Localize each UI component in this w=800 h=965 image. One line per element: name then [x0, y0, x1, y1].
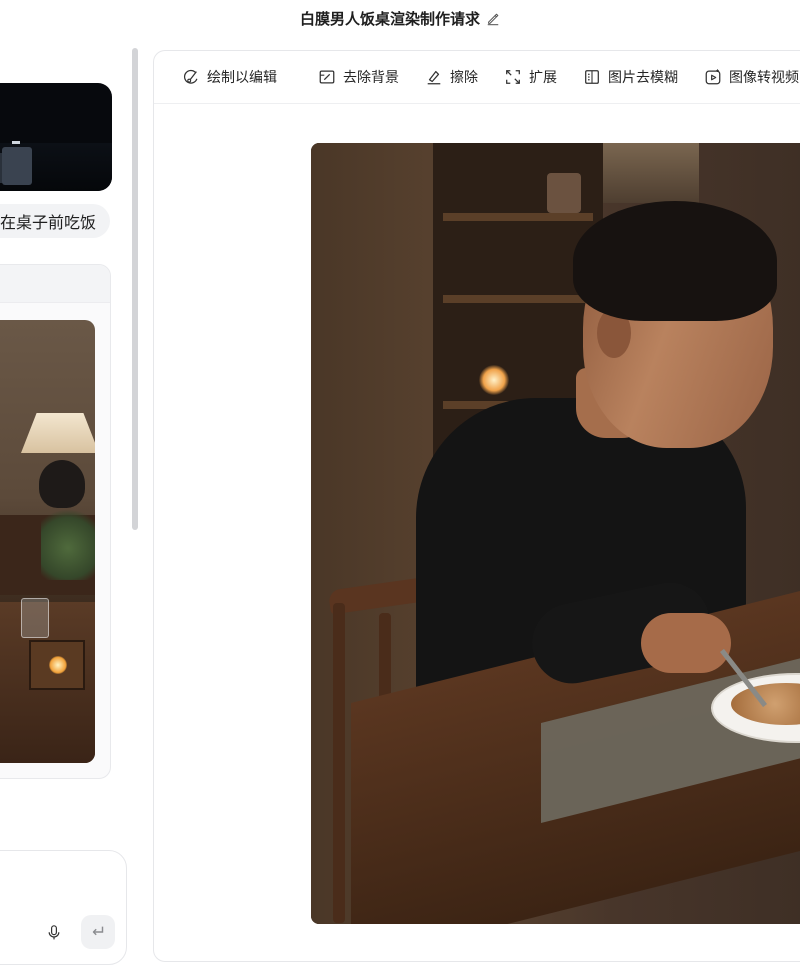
generated-image-thumbnail[interactable] [0, 320, 95, 763]
image-shelf [443, 295, 593, 303]
lamp-shade [21, 413, 95, 453]
image-to-video-button[interactable]: 图像转视频 [704, 67, 799, 87]
deblur-button[interactable]: 图片去模糊 [583, 67, 678, 87]
chat-column: 在桌子前吃饭 [0, 36, 130, 965]
page: 白膜男人饭桌渲染制作请求 在桌子前吃饭 绘制以编辑 去除背景 擦除 扩展 图片去… [0, 0, 800, 965]
expand-label: 扩展 [529, 70, 557, 86]
image-person-hand [641, 613, 731, 673]
image-plant-pot [547, 173, 581, 213]
candle-flame [49, 656, 67, 674]
thumbnail-marker [12, 141, 20, 144]
expand-icon [506, 70, 520, 84]
result-card-header [0, 265, 110, 303]
image-to-video-icon [705, 69, 721, 85]
expand-button[interactable]: 扩展 [504, 67, 557, 87]
brush-edit-icon [183, 69, 198, 84]
send-button[interactable] [81, 915, 115, 949]
remove-background-label: 去除背景 [343, 70, 399, 86]
draw-edit-label: 绘制以编辑 [207, 70, 277, 86]
thumbnail-object [2, 147, 32, 185]
user-message-bubble: 在桌子前吃饭 [0, 204, 111, 238]
image-person-hair [573, 201, 777, 321]
reference-image-thumbnail[interactable] [0, 83, 112, 191]
erase-button[interactable]: 擦除 [425, 67, 478, 87]
microphone-icon[interactable] [43, 921, 65, 945]
deblur-icon [585, 70, 599, 84]
image-viewer-panel: 绘制以编辑 去除背景 擦除 扩展 图片去模糊 图像转视频 [153, 50, 800, 962]
eraser-icon [427, 70, 441, 85]
image-window [603, 143, 699, 203]
generated-image-preview[interactable] [311, 143, 800, 924]
remove-background-button[interactable]: 去除背景 [318, 67, 399, 87]
conversation-title: 白膜男人饭桌渲染制作请求 [299, 9, 480, 28]
draw-edit-button[interactable]: 绘制以编辑 [182, 67, 277, 87]
image-shelf-lamp [479, 365, 509, 395]
image-toolbar: 绘制以编辑 去除背景 擦除 扩展 图片去模糊 图像转视频 [154, 51, 800, 104]
image-to-video-label: 图像转视频 [729, 70, 799, 86]
image-shelf [443, 213, 593, 221]
generated-result-card [0, 264, 111, 779]
pencil-icon[interactable] [486, 11, 500, 26]
water-glass [21, 598, 49, 638]
plant [41, 500, 95, 580]
title-bar: 白膜男人饭桌渲染制作请求 [0, 0, 800, 36]
chat-scrollbar-thumb[interactable] [132, 48, 138, 530]
candle-holder [29, 640, 85, 690]
enter-icon [92, 926, 104, 936]
message-composer[interactable] [0, 850, 127, 965]
erase-label: 擦除 [450, 70, 478, 86]
deblur-label: 图片去模糊 [608, 70, 678, 86]
remove-background-icon [319, 70, 335, 84]
chair-leg [333, 603, 345, 923]
user-message-text: 在桌子前吃饭 [0, 213, 97, 232]
